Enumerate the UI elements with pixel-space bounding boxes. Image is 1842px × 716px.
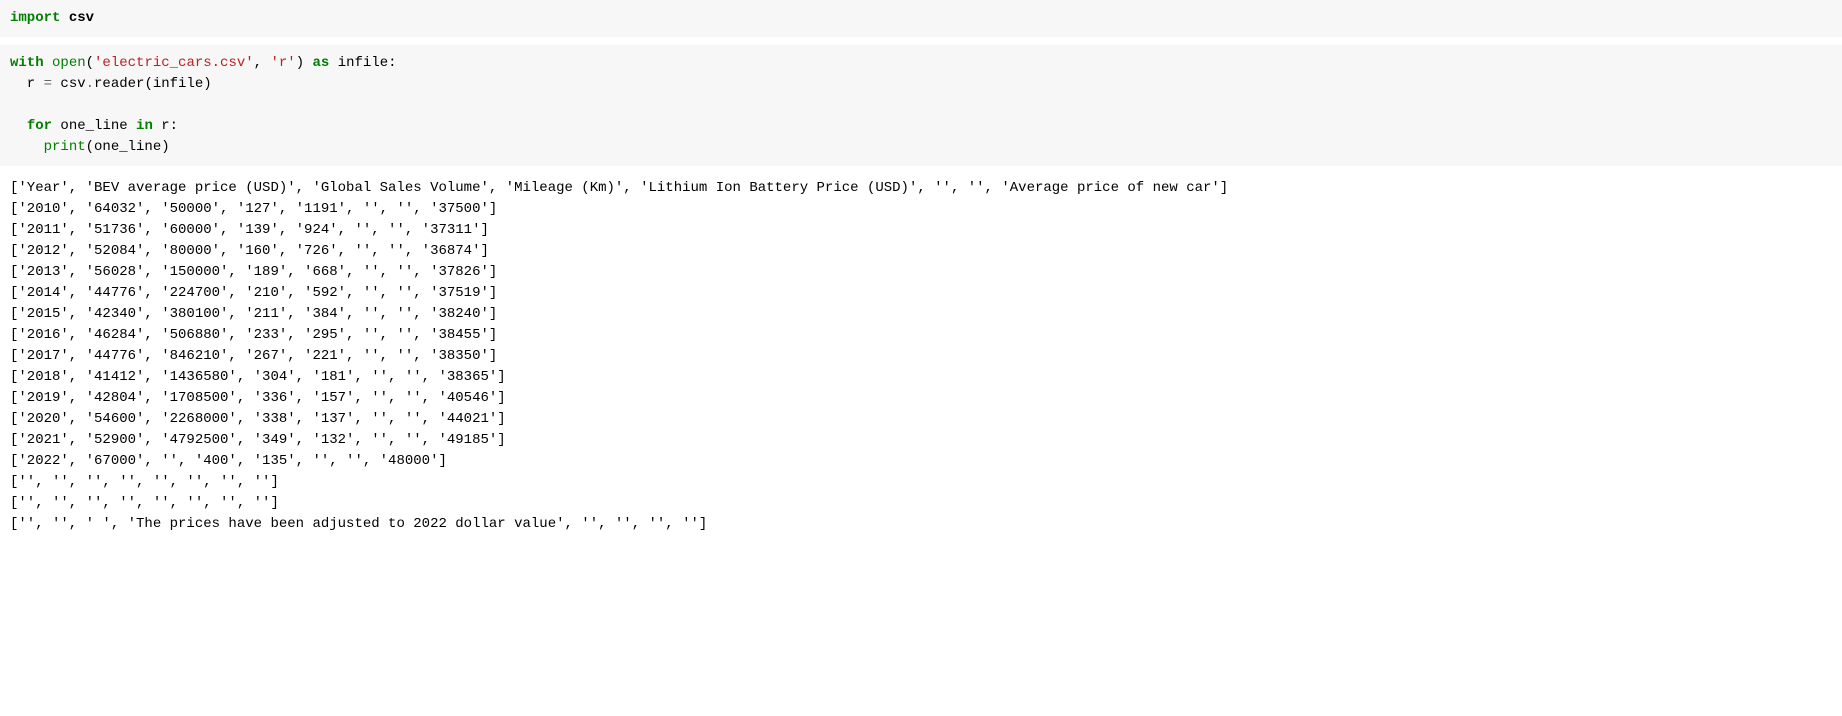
output-line: ['2011', '51736', '60000', '139', '924',…: [10, 220, 1832, 241]
code-token: [60, 10, 68, 26]
code-token: ,: [254, 55, 271, 71]
output-line: ['', '', '', '', '', '', '', '']: [10, 493, 1832, 514]
output-line: ['', '', ' ', 'The prices have been adju…: [10, 514, 1832, 535]
code-token: (one_line): [86, 139, 170, 155]
output-line: ['2010', '64032', '50000', '127', '1191'…: [10, 199, 1832, 220]
code-token: one_line: [52, 118, 136, 134]
code-token: infile:: [329, 55, 396, 71]
output-line: ['', '', '', '', '', '', '', '']: [10, 472, 1832, 493]
code-token: r:: [153, 118, 178, 134]
output-line: ['2022', '67000', '', '400', '135', '', …: [10, 451, 1832, 472]
output-cell: ['Year', 'BEV average price (USD)', 'Glo…: [0, 174, 1842, 539]
code-token: [10, 139, 44, 155]
code-token: with: [10, 55, 44, 71]
code-token: .: [86, 76, 94, 92]
code-cell-2[interactable]: with open('electric_cars.csv', 'r') as i…: [0, 45, 1842, 166]
code-token: as: [313, 55, 330, 71]
output-line: ['2015', '42340', '380100', '211', '384'…: [10, 304, 1832, 325]
code-token: in: [136, 118, 153, 134]
code-token: open: [52, 55, 86, 71]
code-token: csv: [52, 76, 86, 92]
code-token: r: [10, 76, 44, 92]
output-line: ['2014', '44776', '224700', '210', '592'…: [10, 283, 1832, 304]
code-token: =: [44, 76, 52, 92]
output-line: ['2018', '41412', '1436580', '304', '181…: [10, 367, 1832, 388]
code-token: csv: [69, 10, 94, 26]
code-token: for: [27, 118, 52, 134]
code-token: 'electric_cars.csv': [94, 55, 254, 71]
output-line: ['2016', '46284', '506880', '233', '295'…: [10, 325, 1832, 346]
code-token: 'r': [270, 55, 295, 71]
code-token: import: [10, 10, 60, 26]
code-token: [10, 118, 27, 134]
output-line: ['2017', '44776', '846210', '267', '221'…: [10, 346, 1832, 367]
code-token: [44, 55, 52, 71]
output-line: ['2019', '42804', '1708500', '336', '157…: [10, 388, 1832, 409]
output-line: ['2012', '52084', '80000', '160', '726',…: [10, 241, 1832, 262]
code-token: ): [296, 55, 313, 71]
code-token: reader(infile): [94, 76, 212, 92]
output-line: ['2013', '56028', '150000', '189', '668'…: [10, 262, 1832, 283]
code-token: (: [86, 55, 94, 71]
code-cell-1[interactable]: import csv: [0, 0, 1842, 37]
output-line: ['2020', '54600', '2268000', '338', '137…: [10, 409, 1832, 430]
output-line: ['Year', 'BEV average price (USD)', 'Glo…: [10, 178, 1832, 199]
code-token: print: [44, 139, 86, 155]
output-line: ['2021', '52900', '4792500', '349', '132…: [10, 430, 1832, 451]
